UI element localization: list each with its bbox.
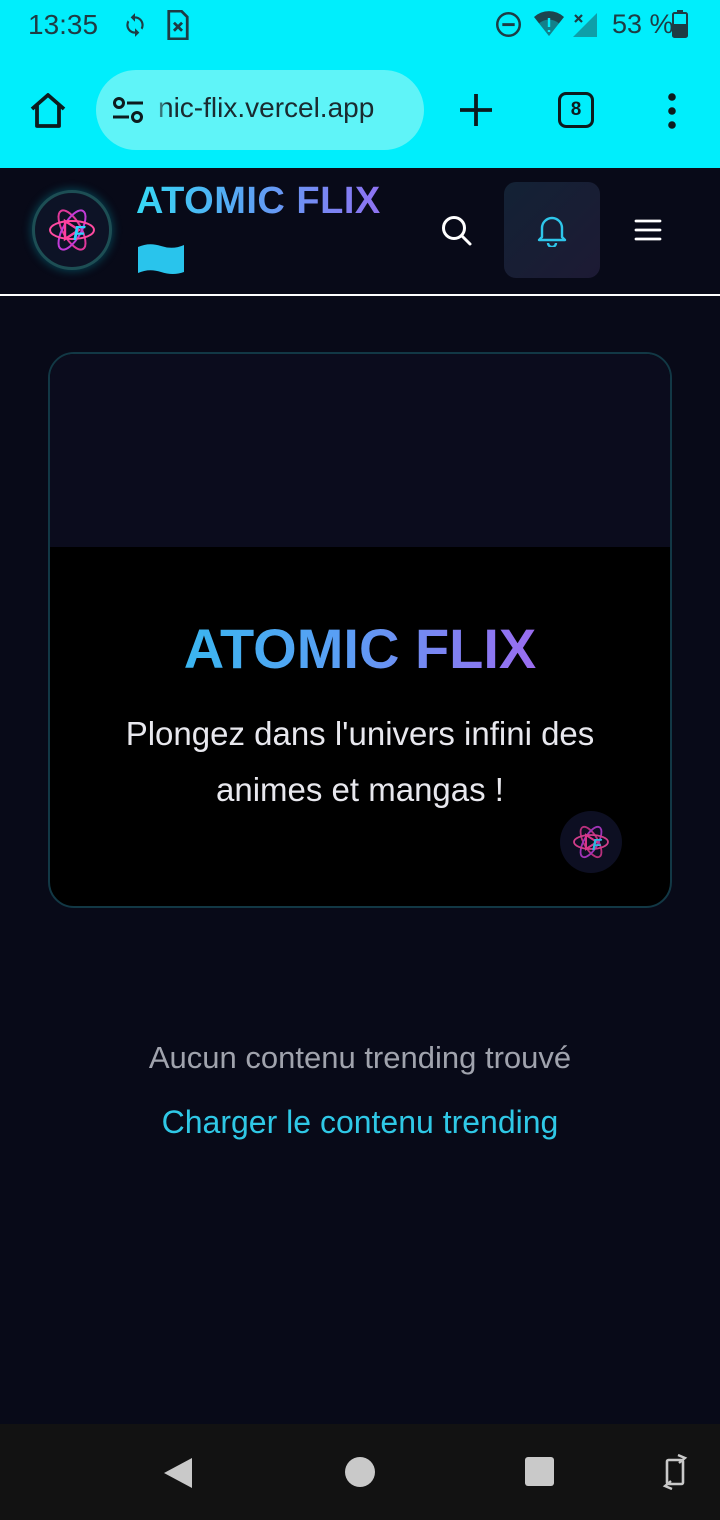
- home-icon[interactable]: [28, 90, 68, 130]
- status-bar: 13:35 53 %: [0, 0, 720, 50]
- hero-tagline: Plongez dans l'univers infini des animes…: [125, 715, 595, 808]
- url-text[interactable]: nic-flix.vercel.app: [158, 92, 374, 124]
- recents-icon[interactable]: [525, 1457, 554, 1486]
- rotate-icon[interactable]: [660, 1454, 690, 1490]
- sim-error-icon: [167, 10, 189, 40]
- new-tab-icon[interactable]: [456, 90, 496, 130]
- address-bar[interactable]: nic-flix.vercel.app: [96, 70, 424, 150]
- brand-title[interactable]: ATOMIC FLIX: [136, 180, 381, 223]
- svg-text:F: F: [592, 837, 603, 854]
- no-signal-icon: [573, 13, 597, 37]
- sync-icon: [126, 13, 144, 37]
- status-time: 13:35: [28, 9, 99, 40]
- back-icon[interactable]: [162, 1456, 194, 1490]
- url-fade: [150, 70, 168, 150]
- do-not-disturb-icon: [496, 12, 521, 37]
- hero-title-container: ATOMIC FLIX: [50, 616, 670, 681]
- site-settings-icon[interactable]: [112, 96, 144, 124]
- hamburger-icon[interactable]: [634, 218, 662, 242]
- hero-title: ATOMIC FLIX: [183, 617, 537, 680]
- tabs-icon[interactable]: 8: [558, 92, 594, 128]
- more-menu-icon[interactable]: [662, 92, 682, 130]
- flag-icon[interactable]: [138, 242, 184, 275]
- logo-icon[interactable]: F: [32, 190, 112, 270]
- svg-text:F: F: [73, 223, 86, 245]
- home-circle-icon[interactable]: [345, 1457, 375, 1487]
- search-icon[interactable]: [438, 212, 474, 248]
- hero-card: ATOMIC FLIX Plongez dans l'univers infin…: [48, 352, 672, 908]
- battery-icon: [672, 10, 688, 38]
- bell-icon: [537, 216, 567, 247]
- wifi-icon: [534, 11, 564, 36]
- browser-toolbar: nic-flix.vercel.app 8: [0, 50, 720, 168]
- load-trending-link[interactable]: Charger le contenu trending: [0, 1104, 720, 1141]
- site-header: F ATOMIC FLIX: [0, 168, 720, 296]
- hero-banner: [50, 354, 670, 547]
- hero-logo-icon: F: [560, 811, 622, 873]
- battery-percentage: 53 %: [612, 9, 674, 39]
- trending-empty-message: Aucun contenu trending trouvé: [148, 1040, 572, 1075]
- notifications-button[interactable]: [504, 182, 600, 278]
- system-nav-bar: [0, 1424, 720, 1520]
